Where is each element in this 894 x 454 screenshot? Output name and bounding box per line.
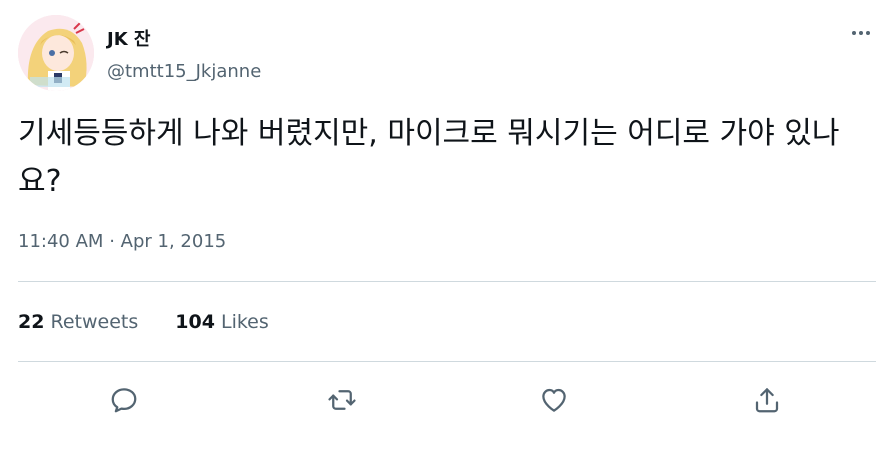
divider (18, 281, 876, 282)
divider (18, 361, 876, 362)
more-dot (866, 31, 870, 35)
likes-count: 104 (175, 311, 215, 333)
tweet-time[interactable]: 11:40 AM (18, 231, 103, 252)
avatar[interactable] (18, 15, 94, 91)
tweet-date[interactable]: Apr 1, 2015 (121, 231, 227, 252)
retweets-count: 22 (18, 311, 45, 333)
reply-icon (111, 388, 137, 413)
avatar-image (18, 15, 94, 91)
share-button[interactable] (750, 383, 784, 417)
engagement-stats: 22 Retweets 104 Likes (18, 311, 306, 333)
action-bar (0, 383, 894, 417)
retweets-stat[interactable]: 22 Retweets (18, 311, 138, 333)
more-dot (859, 31, 863, 35)
likes-label: Likes (220, 311, 269, 333)
retweet-icon (328, 390, 356, 410)
user-handle[interactable]: @tmtt15_Jkjanne (107, 61, 261, 82)
share-icon (755, 388, 779, 413)
timestamp-separator: · (109, 231, 115, 252)
tweet-text: 기세등등하게 나와 버렸지만, 마이크로 뭐시기는 어디로 가야 있나요? (18, 116, 840, 199)
like-button[interactable] (537, 383, 571, 417)
display-name[interactable]: JK 잔 (107, 25, 150, 51)
more-icon[interactable] (846, 22, 876, 44)
reply-button[interactable] (107, 383, 141, 417)
more-dot (852, 31, 856, 35)
retweets-label: Retweets (50, 311, 139, 333)
heart-icon (542, 388, 566, 412)
tweet-timestamp[interactable]: 11:40 AM · Apr 1, 2015 (18, 231, 226, 252)
retweet-button[interactable] (325, 383, 359, 417)
likes-stat[interactable]: 104 Likes (175, 311, 269, 333)
